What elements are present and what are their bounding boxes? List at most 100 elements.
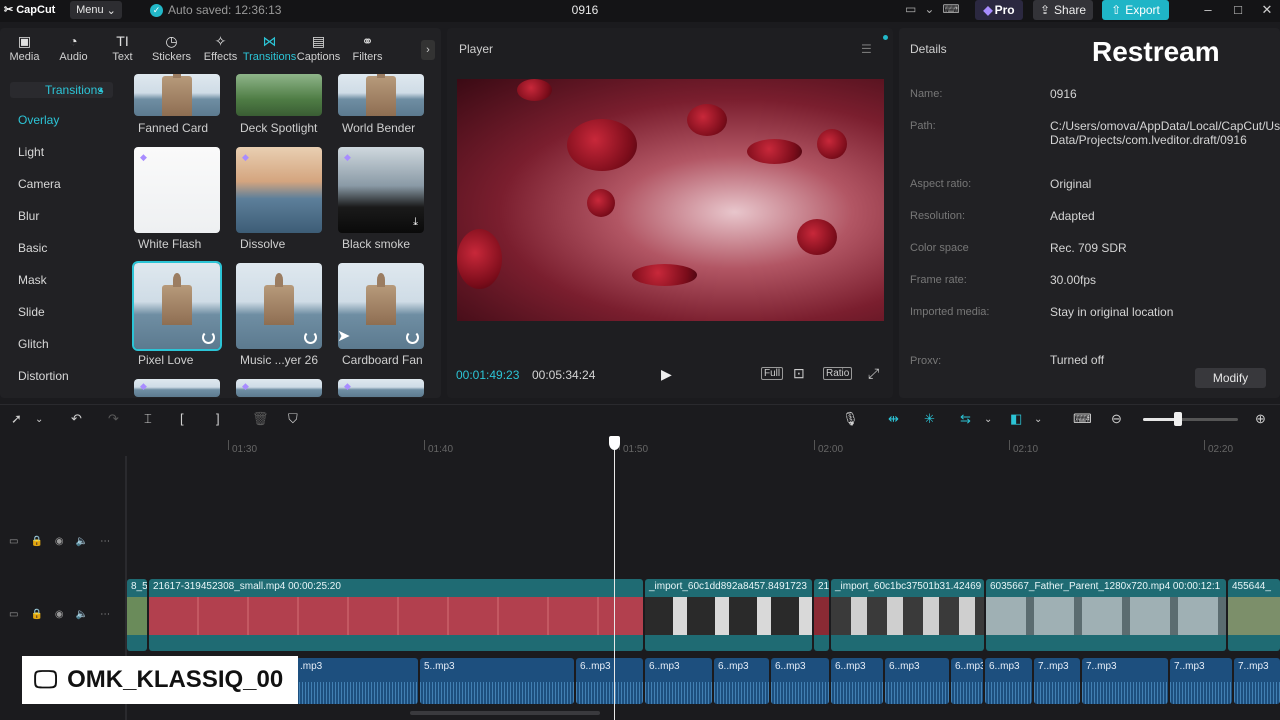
lock-icon[interactable]: 🔒	[30, 536, 42, 547]
close-icon[interactable]: ✕	[1259, 2, 1275, 18]
category-header[interactable]: Transitions ▲	[10, 82, 113, 98]
ratio-button[interactable]: Ratio	[823, 367, 853, 380]
transition-thumb[interactable]: ◆	[134, 379, 220, 397]
tab-media[interactable]: ▣ Media	[0, 32, 49, 70]
category-camera[interactable]: Camera	[18, 177, 61, 191]
modify-button[interactable]: Modify	[1195, 368, 1266, 388]
category-basic[interactable]: Basic	[18, 241, 47, 255]
chevron-down-icon[interactable]: ⌄	[924, 2, 934, 16]
redo-icon[interactable]: ↷	[108, 411, 119, 427]
category-glitch[interactable]: Glitch	[18, 337, 49, 351]
trim-right-icon[interactable]: ]	[216, 411, 220, 426]
category-light[interactable]: Light	[18, 145, 44, 159]
video-clip[interactable]: _import_60c1dd892a8457.8491723	[645, 579, 812, 651]
audio-clip[interactable]: 5..mp3	[420, 658, 574, 704]
magnet-icon[interactable]: ✳	[924, 411, 935, 427]
audio-clip[interactable]: 6..mp3	[771, 658, 829, 704]
tab-audio[interactable]: ◔ Audio	[49, 32, 98, 70]
audio-clip[interactable]: 6..mp3	[714, 658, 769, 704]
transition-thumb-fanned-card[interactable]	[134, 74, 220, 116]
export-button[interactable]: ⇧ Export	[1102, 0, 1169, 20]
layout-icon[interactable]: ▭	[905, 2, 916, 16]
transition-thumb-deck-spotlight[interactable]	[236, 74, 322, 116]
transition-thumb-dissolve[interactable]: ◆	[236, 147, 322, 233]
menu-button[interactable]: Menu ⌄	[70, 1, 122, 19]
tab-captions[interactable]: ▤ Captions	[294, 32, 343, 70]
share-button[interactable]: ⇪ Share	[1033, 0, 1093, 20]
playhead[interactable]	[614, 436, 615, 720]
audio-clip[interactable]: 7..mp3	[1082, 658, 1168, 704]
tab-text[interactable]: TI Text	[98, 32, 147, 70]
more-icon[interactable]: ⋯	[100, 609, 110, 620]
timeline-scrollbar[interactable]	[410, 711, 600, 715]
tab-transitions[interactable]: ⋈ Transitions	[243, 32, 296, 70]
lock-icon[interactable]: 🔒	[30, 609, 42, 620]
minimize-icon[interactable]: –	[1200, 2, 1216, 17]
fullscreen-icon[interactable]: ⤢	[868, 365, 879, 382]
split-icon[interactable]: ⌶	[144, 411, 152, 427]
transition-thumb[interactable]: ◆	[338, 379, 424, 397]
menu-icon[interactable]: ☰	[861, 42, 872, 56]
audio-clip[interactable]: .mp3	[296, 658, 418, 704]
fit-timeline-icon[interactable]: ⌨	[1073, 411, 1092, 427]
video-clip[interactable]: _import_60c1bc37501b31.42469	[831, 579, 984, 651]
chevron-down-icon[interactable]: ⌄	[984, 414, 992, 425]
zoom-slider-handle[interactable]	[1174, 412, 1182, 426]
speaker-icon[interactable]: 🔈	[76, 609, 88, 620]
category-blur[interactable]: Blur	[18, 209, 39, 223]
select-tool-icon[interactable]: ➚	[11, 411, 22, 427]
eye-icon[interactable]: ◉	[55, 536, 64, 547]
tabs-next-button[interactable]: ›	[421, 40, 435, 60]
full-button[interactable]: Full	[761, 367, 784, 380]
video-clip[interactable]: 455644_	[1228, 579, 1280, 651]
snap-icon[interactable]: ⇆	[960, 411, 971, 427]
audio-clip[interactable]: 6..mp3	[985, 658, 1032, 704]
playhead-handle[interactable]	[609, 436, 620, 450]
mark-icon[interactable]: ⛉	[288, 411, 298, 427]
audio-clip[interactable]: 6..mp3	[576, 658, 643, 704]
eye-icon[interactable]: ◉	[55, 609, 64, 620]
video-preview[interactable]	[457, 79, 884, 321]
transition-thumb-cardboard-fan[interactable]	[338, 263, 424, 349]
audio-clip[interactable]: 6..mp3	[951, 658, 983, 704]
undo-icon[interactable]: ↶	[71, 411, 82, 427]
microphone-icon[interactable]: 🎙	[842, 411, 859, 427]
pro-button[interactable]: ◆ Pro	[975, 0, 1023, 20]
video-clip[interactable]: 21617-319452308_small.mp4 00:00:25:20	[149, 579, 643, 651]
video-clip[interactable]: 6035667_Father_Parent_1280x720.mp4 00:00…	[986, 579, 1226, 651]
link-clips-icon[interactable]: ⇹	[888, 411, 899, 427]
transition-thumb-music-layer[interactable]	[236, 263, 322, 349]
shortcuts-icon[interactable]: ⌨	[942, 2, 959, 16]
audio-clip[interactable]: 7..mp3	[1234, 658, 1280, 704]
transition-thumb-world-bender[interactable]	[338, 74, 424, 116]
transition-thumb-black-smoke[interactable]: ◆ ⤓	[338, 147, 424, 233]
play-icon[interactable]: ▶	[661, 366, 672, 383]
chevron-down-icon[interactable]: ⌄	[1034, 414, 1042, 425]
audio-clip[interactable]: 6..mp3	[885, 658, 949, 704]
tab-effects[interactable]: ✧ Effects	[196, 32, 245, 70]
audio-clip[interactable]: 7..mp3	[1170, 658, 1232, 704]
video-clip[interactable]: 8_5	[127, 579, 147, 651]
trim-left-icon[interactable]: [	[180, 411, 184, 426]
audio-clip[interactable]: 6..mp3	[831, 658, 883, 704]
tab-filters[interactable]: ⚭ Filters	[343, 32, 392, 70]
maximize-icon[interactable]: □	[1230, 2, 1246, 17]
speaker-icon[interactable]: 🔈	[76, 536, 88, 547]
audio-clip[interactable]: 6..mp3	[645, 658, 712, 704]
delete-icon[interactable]: 🗑	[252, 411, 269, 427]
tab-stickers[interactable]: ◷ Stickers	[147, 32, 196, 70]
category-distortion[interactable]: Distortion	[18, 369, 69, 383]
category-overlay[interactable]: Overlay	[18, 113, 59, 127]
chevron-down-icon[interactable]: ⌄	[35, 414, 43, 425]
video-clip[interactable]: 21	[814, 579, 829, 651]
fit-screen-icon[interactable]: ⊡	[793, 365, 805, 382]
zoom-in-icon[interactable]: ⊕	[1255, 411, 1266, 427]
preview-axis-icon[interactable]: ◧	[1010, 411, 1022, 427]
category-slide[interactable]: Slide	[18, 305, 45, 319]
more-icon[interactable]: ⋯	[100, 536, 110, 547]
transition-thumb-white-flash[interactable]: ◆	[134, 147, 220, 233]
zoom-out-icon[interactable]: ⊖	[1111, 411, 1122, 427]
category-mask[interactable]: Mask	[18, 273, 47, 287]
transition-thumb[interactable]: ◆	[236, 379, 322, 397]
transition-thumb-pixel-love[interactable]	[132, 261, 222, 351]
